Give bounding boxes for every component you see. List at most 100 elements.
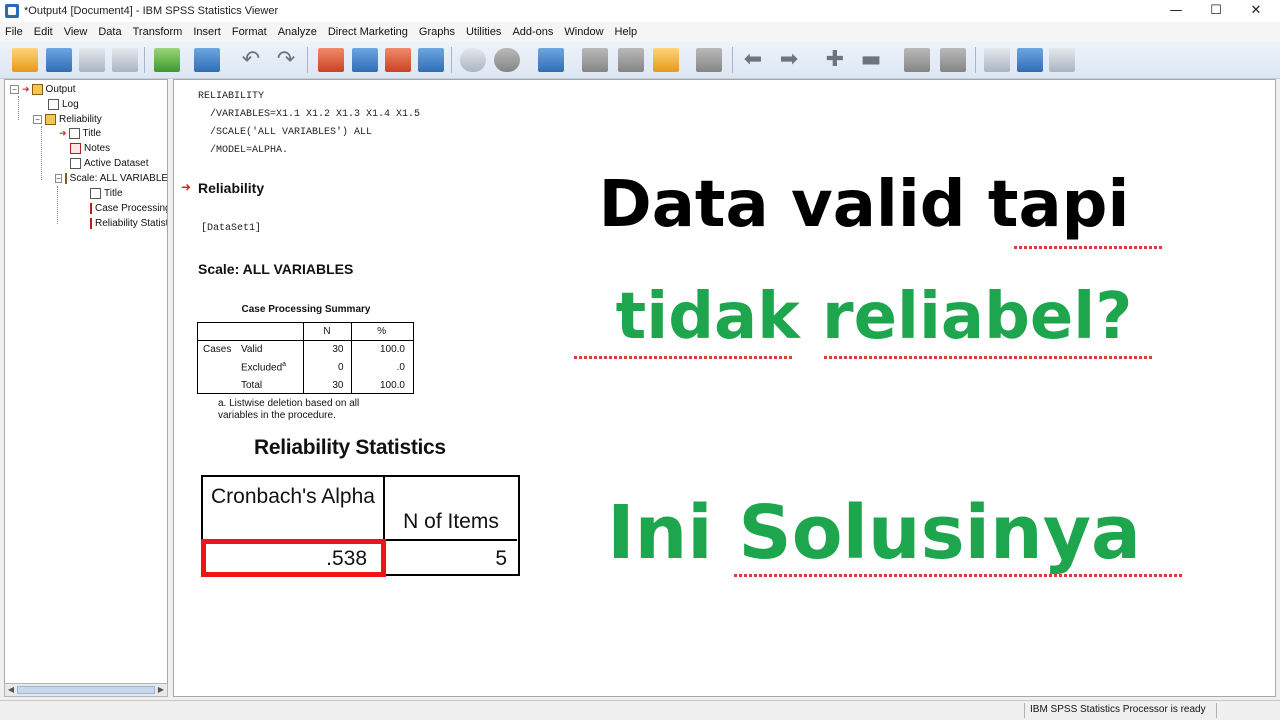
menu-view[interactable]: View: [64, 26, 88, 38]
title-icon: [68, 127, 80, 139]
menu-add-ons[interactable]: Add-ons: [512, 26, 553, 38]
promote-icon[interactable]: [582, 48, 608, 72]
case-processing-footnote: a. Listwise deletion based on all variab…: [218, 398, 360, 421]
pivot-icon[interactable]: [418, 48, 444, 72]
outline-item-notes[interactable]: Notes: [70, 141, 110, 155]
collapse-icon[interactable]: [696, 48, 722, 72]
outline-pane: − ➜ Output Log − Reliability ➜ Title Notes A…: [4, 79, 168, 697]
dataset-label: [DataSet1]: [201, 223, 262, 234]
export-icon[interactable]: [154, 48, 180, 72]
case-processing-divider: [197, 340, 414, 341]
hide-icon[interactable]: ▬: [858, 48, 884, 72]
table-row: Total 30 100.0: [197, 376, 412, 394]
title-bar: *Output4 [Document4] - IBM SPSS Statisti…: [0, 0, 1280, 22]
scroll-right-icon[interactable]: ▶: [155, 684, 167, 696]
menu-help[interactable]: Help: [615, 26, 638, 38]
outline-item-scale-title[interactable]: Title: [90, 186, 123, 200]
header-n-of-items: N of Items: [403, 510, 499, 533]
insert-chart-icon[interactable]: [1017, 48, 1043, 72]
insert-object-icon[interactable]: [1049, 48, 1075, 72]
outline-item-scale[interactable]: − Scale: ALL VARIABLES: [55, 171, 167, 185]
spellcheck-underline: [574, 356, 794, 359]
show-icon[interactable]: ✚: [822, 48, 848, 72]
table-row: Excludeda 0 .0: [197, 358, 412, 376]
case-processing-table[interactable]: N % Cases Valid 30 100.0 Excludeda 0 .0 …: [197, 322, 412, 394]
insert-cases-icon[interactable]: [538, 48, 564, 72]
outline-item-reliability-statistics[interactable]: Reliability Statistics: [90, 216, 167, 230]
weight-cases-icon[interactable]: [494, 48, 520, 72]
goto-case-icon[interactable]: [318, 48, 344, 72]
menu-window[interactable]: Window: [564, 26, 603, 38]
menu-utilities[interactable]: Utilities: [466, 26, 501, 38]
table-icon: [90, 202, 92, 214]
cell-pct: 100.0: [379, 343, 405, 355]
output-pane: RELIABILITY /VARIABLES=X1.1 X1.2 X1.3 X1…: [173, 79, 1276, 697]
menu-direct-marketing[interactable]: Direct Marketing: [328, 26, 408, 38]
dataset-icon: [70, 157, 81, 169]
insert-heading-icon[interactable]: [904, 48, 930, 72]
demote-icon[interactable]: [618, 48, 644, 72]
header-cronbachs-alpha: Cronbach's Alpha: [211, 485, 375, 508]
menu-transform[interactable]: Transform: [133, 26, 183, 38]
menu-insert[interactable]: Insert: [193, 26, 221, 38]
spellcheck-underline: [1014, 246, 1164, 249]
back-arrow-icon[interactable]: ⬅: [740, 48, 766, 72]
syntax-log: RELIABILITY /VARIABLES=X1.1 X1.2 X1.3 X1…: [198, 91, 421, 156]
row-label: Excluded: [241, 362, 283, 374]
menu-file[interactable]: File: [5, 26, 23, 38]
alpha-highlight-box: [201, 539, 386, 577]
reliability-heading[interactable]: Reliability: [198, 180, 264, 196]
cell-n: 0: [303, 358, 352, 376]
forward-arrow-icon[interactable]: ➡: [776, 48, 802, 72]
outline-item-title[interactable]: ➜ Title: [59, 126, 101, 140]
scroll-thumb[interactable]: [17, 686, 155, 694]
undo-icon[interactable]: ↶: [238, 48, 264, 72]
recall-dialog-icon[interactable]: [194, 48, 220, 72]
menu-data[interactable]: Data: [98, 26, 121, 38]
cell-n: 30: [303, 376, 352, 394]
variables-icon[interactable]: [385, 48, 411, 72]
scale-title[interactable]: Scale: ALL VARIABLES: [198, 261, 353, 277]
outline-item-case-processing[interactable]: Case Processing Summary: [90, 201, 167, 215]
window-title: *Output4 [Document4] - IBM SPSS Statisti…: [24, 5, 279, 17]
outline-scrollbar[interactable]: ◀ ▶: [4, 683, 168, 697]
outline-item-output[interactable]: − ➜ Output: [10, 82, 76, 96]
spss-viewer-window: *Output4 [Document4] - IBM SPSS Statisti…: [0, 0, 1280, 720]
print-icon[interactable]: [79, 48, 105, 72]
caption-line-2: tidak reliabel?: [615, 280, 1133, 354]
goto-variable-icon[interactable]: [352, 48, 378, 72]
menu-analyze[interactable]: Analyze: [278, 26, 317, 38]
table-row: Cases Valid 30 100.0: [197, 340, 412, 358]
menu-graphs[interactable]: Graphs: [419, 26, 455, 38]
print-preview-icon[interactable]: [112, 48, 138, 72]
cell-n: 30: [303, 340, 352, 358]
caption-line-3: Ini Solusinya: [607, 490, 1141, 576]
col-header-pct: %: [377, 325, 387, 337]
maximize-button[interactable]: ☐: [1196, 0, 1236, 22]
scroll-left-icon[interactable]: ◀: [5, 684, 17, 696]
outline-item-active-dataset[interactable]: Active Dataset: [70, 156, 148, 170]
save-icon[interactable]: [46, 48, 72, 72]
menu-format[interactable]: Format: [232, 26, 267, 38]
select-cases-icon[interactable]: [460, 48, 486, 72]
insert-text-icon[interactable]: [984, 48, 1010, 72]
minimize-button[interactable]: —: [1156, 0, 1196, 22]
insert-title-icon[interactable]: [940, 48, 966, 72]
footnote-marker: a: [282, 360, 287, 368]
value-n-of-items: 5: [495, 547, 507, 570]
outline-item-log[interactable]: Log: [48, 97, 79, 111]
table-row: N %: [197, 322, 412, 340]
spellcheck-underline: [824, 356, 1154, 359]
redo-icon[interactable]: ↷: [273, 48, 299, 72]
open-icon[interactable]: [12, 48, 38, 72]
spss-app-icon: [5, 4, 19, 18]
current-item-arrow-icon: ➜: [181, 180, 192, 194]
cell-pct: 100.0: [379, 379, 405, 391]
expand-icon[interactable]: [653, 48, 679, 72]
reliability-statistics-title: Reliability Statistics: [254, 436, 446, 459]
outline-item-reliability[interactable]: − Reliability: [33, 112, 102, 126]
close-button[interactable]: ✕: [1236, 0, 1276, 22]
spellcheck-underline: [734, 574, 1184, 577]
row-label: Valid: [241, 340, 304, 358]
menu-edit[interactable]: Edit: [34, 26, 53, 38]
